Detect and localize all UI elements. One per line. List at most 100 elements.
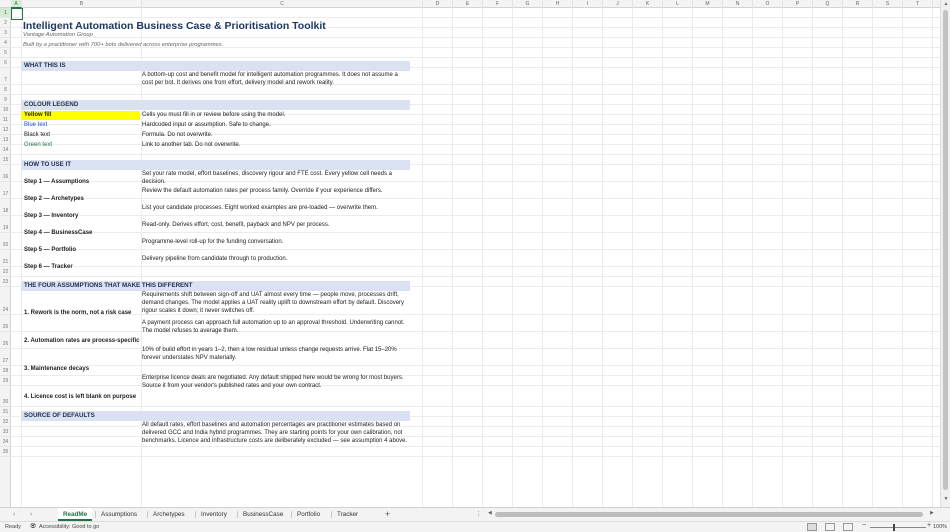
sheet-tab-tracker[interactable]: Tracker	[332, 508, 363, 521]
column-header-f[interactable]: F	[483, 0, 513, 8]
column-header-i[interactable]: I	[573, 0, 603, 8]
column-header-m[interactable]: M	[693, 0, 723, 8]
column-header-r[interactable]: R	[843, 0, 873, 8]
row-header-35[interactable]: 35	[0, 447, 11, 457]
row-header-32[interactable]: 32	[0, 417, 11, 427]
column-header-k[interactable]: K	[633, 0, 663, 8]
row-header-28[interactable]: 28	[0, 366, 11, 376]
row-header-3[interactable]: 3	[0, 28, 11, 38]
column-header-a[interactable]: A	[11, 0, 22, 8]
row-header-20[interactable]: 20	[0, 233, 11, 250]
sheet-tab-inventory[interactable]: Inventory	[196, 508, 232, 521]
row-header-6[interactable]: 6	[0, 58, 11, 68]
column-header-l[interactable]: L	[663, 0, 693, 8]
page-break-view-icon[interactable]	[843, 523, 853, 531]
row-header-29[interactable]: 29	[0, 376, 11, 386]
more-options-icon[interactable]: ⋮	[475, 508, 482, 521]
row-header-12[interactable]: 12	[0, 125, 11, 135]
next-sheet-icon[interactable]: ›	[30, 510, 32, 520]
row-header-33[interactable]: 33	[0, 427, 11, 437]
scroll-up-arrow[interactable]: ▲	[942, 1, 950, 7]
prev-sheet-icon[interactable]: ‹	[13, 510, 15, 520]
row-header-7[interactable]: 7	[0, 68, 11, 85]
row-header-9[interactable]: 9	[0, 95, 11, 105]
sheet-tab-businesscase[interactable]: BusinessCase	[238, 508, 288, 521]
row-header-10[interactable]: 10	[0, 105, 11, 115]
scroll-left-arrow[interactable]: ◀	[488, 510, 492, 516]
zoom-slider-handle[interactable]	[893, 524, 895, 531]
accessibility-status[interactable]: Accessibility: Good to go	[39, 524, 99, 530]
assumption-1-label: 1. Rework is the norm, not a risk case	[24, 310, 132, 316]
zoom-out-icon[interactable]: −	[862, 522, 866, 529]
column-header-g[interactable]: G	[513, 0, 543, 8]
step-1-label: Step 1 — Assumptions	[24, 179, 90, 185]
column-header-o[interactable]: O	[753, 0, 783, 8]
assumption-3-desc: 10% of build effort in years 1–2, then a…	[142, 347, 397, 362]
column-header-q[interactable]: Q	[813, 0, 843, 8]
page-layout-view-icon[interactable]	[825, 523, 835, 531]
row-header-4[interactable]: 4	[0, 38, 11, 48]
spreadsheet-app: ABCDEFGHIJKLMNOPQRST 1 2 3 4 5 6 7 8 9 10 11 12 13 14…	[0, 0, 950, 532]
row-header-11[interactable]: 11	[0, 115, 11, 125]
worksheet-grid[interactable]: Intelligent Automation Business Case & P…	[11, 8, 940, 507]
scroll-down-arrow[interactable]: ▼	[942, 496, 950, 502]
column-header-b[interactable]: B	[22, 0, 142, 8]
row-header-34[interactable]: 34	[0, 437, 11, 447]
zoom-slider[interactable]	[870, 527, 926, 528]
row-header-25[interactable]: 25	[0, 315, 11, 332]
zoom-in-icon[interactable]: +	[927, 522, 931, 529]
zoom-level[interactable]: 100%	[933, 524, 947, 530]
column-header-n[interactable]: N	[723, 0, 753, 8]
sheet-tab-assumptions[interactable]: Assumptions	[96, 508, 142, 521]
horizontal-scrollbar[interactable]: ◀ ▶	[488, 510, 936, 518]
plus-icon[interactable]: +	[385, 508, 390, 521]
step-5-desc: Programme-level roll-up for the funding …	[142, 239, 284, 245]
row-header-8[interactable]: 8	[0, 85, 11, 95]
row-header-13[interactable]: 13	[0, 135, 11, 145]
row-header-24[interactable]: 24	[0, 287, 11, 315]
row-header-26[interactable]: 26	[0, 332, 11, 349]
row-header-19[interactable]: 19	[0, 216, 11, 233]
column-header-e[interactable]: E	[453, 0, 483, 8]
row-header-1[interactable]: 1	[0, 8, 11, 18]
column-header-t[interactable]: T	[903, 0, 933, 8]
vertical-scroll-thumb[interactable]	[943, 10, 948, 490]
row-header-31[interactable]: 31	[0, 407, 11, 417]
sheet-tab-readme[interactable]: ReadMe	[58, 508, 93, 521]
column-header-j[interactable]: J	[603, 0, 633, 8]
row-header-27[interactable]: 27	[0, 349, 11, 366]
row-header-23[interactable]: 23	[0, 277, 11, 287]
horizontal-scroll-thumb[interactable]	[495, 512, 923, 517]
accessibility-icon[interactable]: ♼	[30, 523, 37, 531]
selected-cell-a1[interactable]	[11, 8, 23, 20]
vertical-scrollbar[interactable]: ▲ ▼	[940, 0, 950, 507]
row-header-21[interactable]: 21	[0, 250, 11, 267]
normal-view-icon[interactable]	[807, 523, 817, 531]
column-header-c[interactable]: C	[142, 0, 423, 8]
column-header-p[interactable]: P	[783, 0, 813, 8]
assumption-1-desc: Requirements shift between sign-off and …	[142, 292, 405, 315]
row-header-30[interactable]: 30	[0, 386, 11, 407]
row-header-5[interactable]: 5	[0, 48, 11, 58]
what-text: A bottom-up cost and benefit model for i…	[142, 72, 398, 87]
gridline-horizontal	[11, 37, 940, 38]
sheet-tab-portfolio[interactable]: Portfolio	[292, 508, 325, 521]
column-header-s[interactable]: S	[873, 0, 903, 8]
step-5-label: Step 5 — Portfolio	[24, 247, 77, 253]
row-header-14[interactable]: 14	[0, 145, 11, 155]
row-header-15[interactable]: 15	[0, 155, 11, 165]
sheet-org: Vantage Automation Group	[23, 32, 93, 38]
scroll-right-arrow[interactable]: ▶	[930, 510, 934, 516]
gridline-horizontal	[11, 17, 940, 18]
column-header-h[interactable]: H	[543, 0, 573, 8]
row-header-22[interactable]: 22	[0, 267, 11, 277]
column-header-d[interactable]: D	[423, 0, 453, 8]
gridline-vertical	[842, 8, 843, 507]
sheet-tab-archetypes[interactable]: Archetypes	[148, 508, 190, 521]
assumption-2-label: 2. Automation rates are process-specific	[24, 338, 140, 344]
row-header-16[interactable]: 16	[0, 165, 11, 182]
row-header-2[interactable]: 2	[0, 18, 11, 28]
legend-blue-label: Blue text	[24, 122, 48, 128]
row-header-18[interactable]: 18	[0, 199, 11, 216]
row-header-17[interactable]: 17	[0, 182, 11, 199]
